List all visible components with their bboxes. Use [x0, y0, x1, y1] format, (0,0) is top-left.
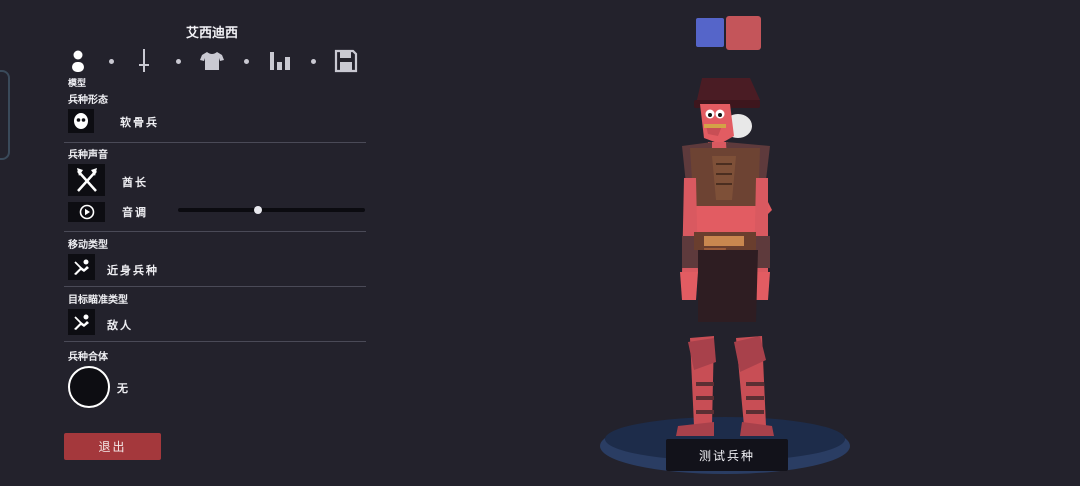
pitch-slider-track[interactable] — [178, 208, 365, 212]
section-title-movement: 移动类型 — [68, 240, 108, 251]
team-color-blue[interactable] — [696, 18, 724, 47]
pitch-slider-thumb[interactable] — [254, 206, 263, 214]
empty-circle-icon[interactable] — [68, 366, 110, 408]
shirt-icon — [200, 52, 224, 70]
side-panel-tab[interactable] — [0, 70, 10, 160]
divider — [64, 231, 366, 232]
tab-save[interactable] — [332, 46, 360, 76]
divider — [64, 286, 366, 287]
person-icon — [72, 50, 84, 72]
voice-value: 酋长 — [122, 176, 148, 189]
targeting-type-value: 敌人 — [107, 319, 133, 332]
voice-selector[interactable] — [68, 164, 105, 196]
tab-separator-dot — [311, 59, 316, 64]
team-color-red[interactable] — [726, 16, 761, 50]
axes-icon — [76, 168, 97, 192]
section-title-voice: 兵种声音 — [68, 150, 108, 161]
tab-model[interactable] — [64, 46, 92, 76]
tab-clothing[interactable] — [198, 46, 226, 76]
test-unit-button[interactable]: 测试兵种 — [666, 439, 788, 471]
play-voice-button[interactable] — [68, 202, 105, 222]
melee-icon — [73, 259, 89, 275]
tab-stats[interactable] — [266, 46, 294, 76]
targeting-type-selector[interactable] — [68, 309, 95, 335]
tab-separator-dot — [244, 59, 249, 64]
tab-weapon[interactable] — [130, 46, 158, 76]
merge-value: 无 — [117, 382, 130, 395]
movement-type-value: 近身兵种 — [107, 264, 159, 277]
tab-separator-dot — [176, 59, 181, 64]
section-title-targeting: 目标瞄准类型 — [68, 295, 128, 306]
section-title-merge: 兵种合体 — [68, 352, 108, 363]
head-icon — [74, 113, 88, 129]
sword-icon — [139, 49, 149, 72]
unit-figure — [676, 78, 774, 436]
divider — [64, 142, 366, 143]
exit-button[interactable]: 退出 — [64, 433, 161, 460]
base-unit-selector[interactable] — [68, 109, 94, 133]
divider — [64, 341, 366, 342]
movement-type-selector[interactable] — [68, 254, 95, 280]
unit-preview[interactable] — [590, 60, 860, 486]
section-title-base: 兵种形态 — [68, 95, 108, 106]
save-icon — [334, 49, 358, 73]
active-tab-label: 模型 — [68, 79, 87, 89]
editor-tab-bar — [64, 46, 364, 80]
pitch-label: 音调 — [122, 206, 148, 219]
target-enemy-icon — [73, 314, 89, 330]
tab-separator-dot — [109, 59, 114, 64]
play-icon — [79, 204, 94, 220]
unit-name-title: 艾西迪西 — [185, 26, 238, 41]
bar-chart-icon — [270, 52, 290, 70]
base-unit-value: 软骨兵 — [120, 116, 159, 129]
